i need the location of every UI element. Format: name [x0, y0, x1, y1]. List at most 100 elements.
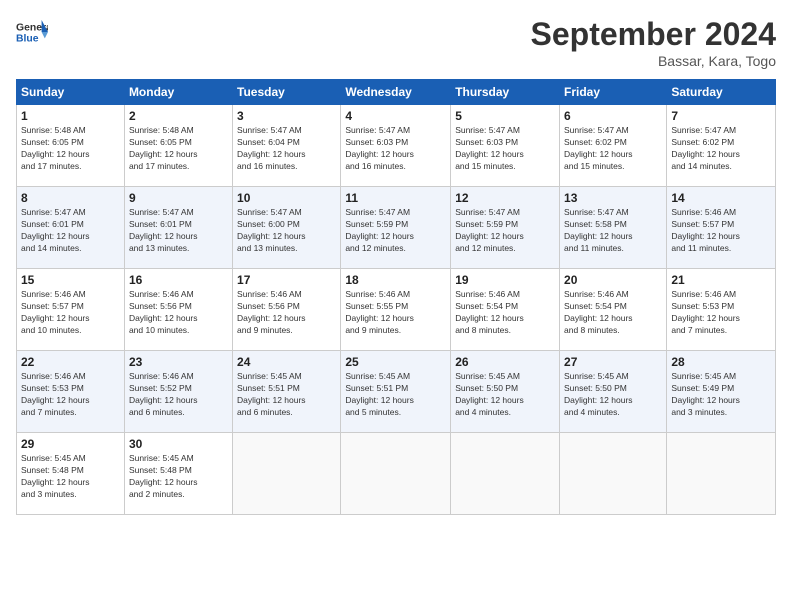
- day-info: Sunrise: 5:47 AMSunset: 6:01 PMDaylight:…: [129, 207, 228, 255]
- day-number: 6: [564, 109, 662, 123]
- day-number: 20: [564, 273, 662, 287]
- day-info: Sunrise: 5:48 AMSunset: 6:05 PMDaylight:…: [129, 125, 228, 173]
- day-number: 26: [455, 355, 555, 369]
- calendar-cell: 10 Sunrise: 5:47 AMSunset: 6:00 PMDayligh…: [233, 187, 341, 269]
- calendar-cell: 11 Sunrise: 5:47 AMSunset: 5:59 PMDayligh…: [341, 187, 451, 269]
- day-number: 7: [671, 109, 771, 123]
- calendar-cell: 8 Sunrise: 5:47 AMSunset: 6:01 PMDaylight…: [17, 187, 125, 269]
- day-info: Sunrise: 5:47 AMSunset: 6:02 PMDaylight:…: [671, 125, 771, 173]
- day-info: Sunrise: 5:46 AMSunset: 5:56 PMDaylight:…: [237, 289, 336, 337]
- col-tuesday: Tuesday: [233, 80, 341, 105]
- day-number: 22: [21, 355, 120, 369]
- svg-text:Blue: Blue: [16, 34, 39, 45]
- location: Bassar, Kara, Togo: [531, 53, 776, 69]
- calendar-cell: 6 Sunrise: 5:47 AMSunset: 6:02 PMDaylight…: [560, 105, 667, 187]
- calendar-cell: 15 Sunrise: 5:46 AMSunset: 5:57 PMDayligh…: [17, 269, 125, 351]
- day-number: 19: [455, 273, 555, 287]
- day-number: 3: [237, 109, 336, 123]
- calendar-cell: [451, 433, 560, 515]
- day-number: 5: [455, 109, 555, 123]
- day-info: Sunrise: 5:47 AMSunset: 6:00 PMDaylight:…: [237, 207, 336, 255]
- day-info: Sunrise: 5:48 AMSunset: 6:05 PMDaylight:…: [21, 125, 120, 173]
- calendar-cell: 19 Sunrise: 5:46 AMSunset: 5:54 PMDayligh…: [451, 269, 560, 351]
- calendar-cell: 30Sunrise: 5:45 AMSunset: 5:48 PMDayligh…: [124, 433, 232, 515]
- col-friday: Friday: [560, 80, 667, 105]
- calendar-cell: 29Sunrise: 5:45 AMSunset: 5:48 PMDayligh…: [17, 433, 125, 515]
- day-info: Sunrise: 5:45 AMSunset: 5:51 PMDaylight:…: [345, 371, 446, 419]
- day-number: 10: [237, 191, 336, 205]
- calendar-cell: [667, 433, 776, 515]
- calendar-header-row: Sunday Monday Tuesday Wednesday Thursday…: [17, 80, 776, 105]
- day-info: Sunrise: 5:47 AMSunset: 6:02 PMDaylight:…: [564, 125, 662, 173]
- col-wednesday: Wednesday: [341, 80, 451, 105]
- col-monday: Monday: [124, 80, 232, 105]
- calendar-cell: 17 Sunrise: 5:46 AMSunset: 5:56 PMDayligh…: [233, 269, 341, 351]
- day-number: 9: [129, 191, 228, 205]
- calendar-cell: [233, 433, 341, 515]
- calendar-week-4: 22 Sunrise: 5:46 AMSunset: 5:53 PMDayligh…: [17, 351, 776, 433]
- calendar-cell: [560, 433, 667, 515]
- day-info: Sunrise: 5:47 AMSunset: 5:59 PMDaylight:…: [345, 207, 446, 255]
- calendar-cell: 1Sunrise: 5:48 AMSunset: 6:05 PMDaylight…: [17, 105, 125, 187]
- day-info: Sunrise: 5:46 AMSunset: 5:57 PMDaylight:…: [671, 207, 771, 255]
- calendar-week-3: 15 Sunrise: 5:46 AMSunset: 5:57 PMDayligh…: [17, 269, 776, 351]
- page: General Blue September 2024 Bassar, Kara…: [0, 0, 792, 612]
- day-info: Sunrise: 5:45 AMSunset: 5:50 PMDaylight:…: [455, 371, 555, 419]
- day-number: 14: [671, 191, 771, 205]
- logo-icon: General Blue: [16, 16, 48, 48]
- day-info: Sunrise: 5:45 AMSunset: 5:50 PMDaylight:…: [564, 371, 662, 419]
- calendar-cell: 22 Sunrise: 5:46 AMSunset: 5:53 PMDayligh…: [17, 351, 125, 433]
- day-number: 23: [129, 355, 228, 369]
- calendar-cell: 23 Sunrise: 5:46 AMSunset: 5:52 PMDayligh…: [124, 351, 232, 433]
- day-number: 8: [21, 191, 120, 205]
- day-info: Sunrise: 5:46 AMSunset: 5:55 PMDaylight:…: [345, 289, 446, 337]
- calendar-week-5: 29Sunrise: 5:45 AMSunset: 5:48 PMDayligh…: [17, 433, 776, 515]
- day-info: Sunrise: 5:47 AMSunset: 6:01 PMDaylight:…: [21, 207, 120, 255]
- day-info: Sunrise: 5:47 AMSunset: 6:03 PMDaylight:…: [455, 125, 555, 173]
- col-saturday: Saturday: [667, 80, 776, 105]
- col-thursday: Thursday: [451, 80, 560, 105]
- calendar-week-1: 1Sunrise: 5:48 AMSunset: 6:05 PMDaylight…: [17, 105, 776, 187]
- calendar-cell: 27 Sunrise: 5:45 AMSunset: 5:50 PMDayligh…: [560, 351, 667, 433]
- calendar-cell: 14 Sunrise: 5:46 AMSunset: 5:57 PMDayligh…: [667, 187, 776, 269]
- day-number: 28: [671, 355, 771, 369]
- day-number: 16: [129, 273, 228, 287]
- day-info: Sunrise: 5:46 AMSunset: 5:57 PMDaylight:…: [21, 289, 120, 337]
- calendar-cell: 3 Sunrise: 5:47 AMSunset: 6:04 PMDaylight…: [233, 105, 341, 187]
- day-number: 17: [237, 273, 336, 287]
- day-info: Sunrise: 5:47 AMSunset: 6:04 PMDaylight:…: [237, 125, 336, 173]
- month-title: September 2024: [531, 16, 776, 53]
- day-info: Sunrise: 5:46 AMSunset: 5:52 PMDaylight:…: [129, 371, 228, 419]
- calendar-cell: 2Sunrise: 5:48 AMSunset: 6:05 PMDaylight…: [124, 105, 232, 187]
- day-info: Sunrise: 5:46 AMSunset: 5:53 PMDaylight:…: [21, 371, 120, 419]
- day-info: Sunrise: 5:47 AMSunset: 5:58 PMDaylight:…: [564, 207, 662, 255]
- day-number: 24: [237, 355, 336, 369]
- col-sunday: Sunday: [17, 80, 125, 105]
- day-info: Sunrise: 5:45 AMSunset: 5:48 PMDaylight:…: [21, 453, 120, 501]
- day-number: 21: [671, 273, 771, 287]
- header: General Blue September 2024 Bassar, Kara…: [16, 16, 776, 69]
- calendar-cell: 21Sunrise: 5:46 AMSunset: 5:53 PMDayligh…: [667, 269, 776, 351]
- day-info: Sunrise: 5:45 AMSunset: 5:51 PMDaylight:…: [237, 371, 336, 419]
- day-number: 11: [345, 191, 446, 205]
- calendar: Sunday Monday Tuesday Wednesday Thursday…: [16, 79, 776, 515]
- day-number: 30: [129, 437, 228, 451]
- day-info: Sunrise: 5:46 AMSunset: 5:54 PMDaylight:…: [455, 289, 555, 337]
- calendar-cell: 7 Sunrise: 5:47 AMSunset: 6:02 PMDaylight…: [667, 105, 776, 187]
- day-number: 15: [21, 273, 120, 287]
- calendar-cell: 28 Sunrise: 5:45 AMSunset: 5:49 PMDayligh…: [667, 351, 776, 433]
- calendar-cell: 9 Sunrise: 5:47 AMSunset: 6:01 PMDaylight…: [124, 187, 232, 269]
- day-number: 13: [564, 191, 662, 205]
- calendar-cell: 25 Sunrise: 5:45 AMSunset: 5:51 PMDayligh…: [341, 351, 451, 433]
- calendar-week-2: 8 Sunrise: 5:47 AMSunset: 6:01 PMDaylight…: [17, 187, 776, 269]
- day-number: 18: [345, 273, 446, 287]
- day-number: 27: [564, 355, 662, 369]
- title-block: September 2024 Bassar, Kara, Togo: [531, 16, 776, 69]
- day-info: Sunrise: 5:46 AMSunset: 5:54 PMDaylight:…: [564, 289, 662, 337]
- logo: General Blue: [16, 16, 48, 48]
- day-number: 25: [345, 355, 446, 369]
- calendar-cell: 20 Sunrise: 5:46 AMSunset: 5:54 PMDayligh…: [560, 269, 667, 351]
- day-info: Sunrise: 5:45 AMSunset: 5:49 PMDaylight:…: [671, 371, 771, 419]
- day-info: Sunrise: 5:47 AMSunset: 6:03 PMDaylight:…: [345, 125, 446, 173]
- calendar-cell: 12Sunrise: 5:47 AMSunset: 5:59 PMDayligh…: [451, 187, 560, 269]
